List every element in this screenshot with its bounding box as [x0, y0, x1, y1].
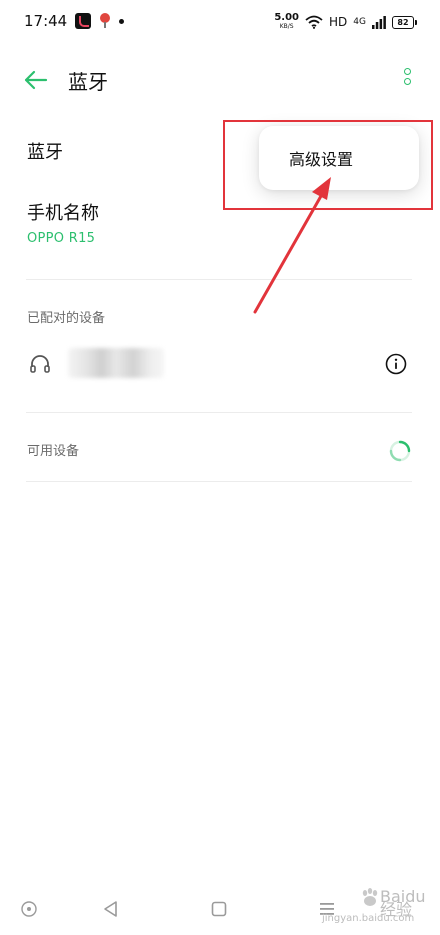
more-dot-top: [403, 68, 411, 75]
battery-icon: 82: [392, 15, 417, 29]
back-arrow-icon[interactable]: [22, 68, 48, 92]
cell-signal-icon: [372, 15, 386, 29]
assistant-icon[interactable]: [20, 900, 38, 918]
status-right: 5.00 KB/S HD 4G 82: [274, 13, 417, 31]
headset-icon: [30, 355, 50, 373]
more-dot-bottom: [403, 78, 411, 85]
status-time: 17:44: [24, 12, 68, 30]
header: 蓝牙: [0, 56, 440, 104]
divider: [26, 412, 412, 413]
divider: [26, 481, 412, 482]
more-notifications-dot-icon: [119, 18, 125, 24]
nav-home-icon[interactable]: [210, 900, 228, 918]
annotation-highlight-box: [223, 120, 433, 210]
divider: [26, 279, 412, 280]
baidu-paw-icon: [362, 888, 378, 906]
signal-type-label: 4G: [353, 17, 366, 27]
network-speed-value: 5.00: [274, 12, 300, 23]
status-bar: 17:44 5.00 KB/S HD 4G 82: [0, 0, 440, 44]
watermark-url: jingyan.baidu.com: [322, 913, 415, 924]
phone-name-value: OPPO R15: [27, 231, 96, 246]
wifi-icon: [305, 15, 323, 29]
info-icon[interactable]: [385, 353, 407, 375]
available-devices-title: 可用设备: [27, 444, 80, 459]
page-title: 蓝牙: [68, 70, 108, 94]
network-speed-unit: KB/S: [279, 23, 294, 30]
loading-spinner-icon: [389, 440, 411, 462]
tiktok-notification-icon: [75, 13, 92, 29]
location-notification-icon: [99, 13, 111, 29]
status-left: 17:44: [24, 12, 125, 30]
network-speed: 5.00 KB/S: [274, 13, 299, 31]
nav-back-icon[interactable]: [102, 900, 120, 918]
paired-devices-title: 已配对的设备: [27, 311, 106, 326]
phone-name-label[interactable]: 手机名称: [27, 199, 99, 225]
paired-device-name-redacted[interactable]: [68, 348, 164, 378]
bluetooth-toggle-label[interactable]: 蓝牙: [27, 138, 63, 164]
baidu-watermark: Baidu经验 jingyan.baidu.com: [318, 884, 428, 928]
more-options-icon[interactable]: [400, 68, 414, 92]
network-type-label: HD: [329, 15, 348, 29]
